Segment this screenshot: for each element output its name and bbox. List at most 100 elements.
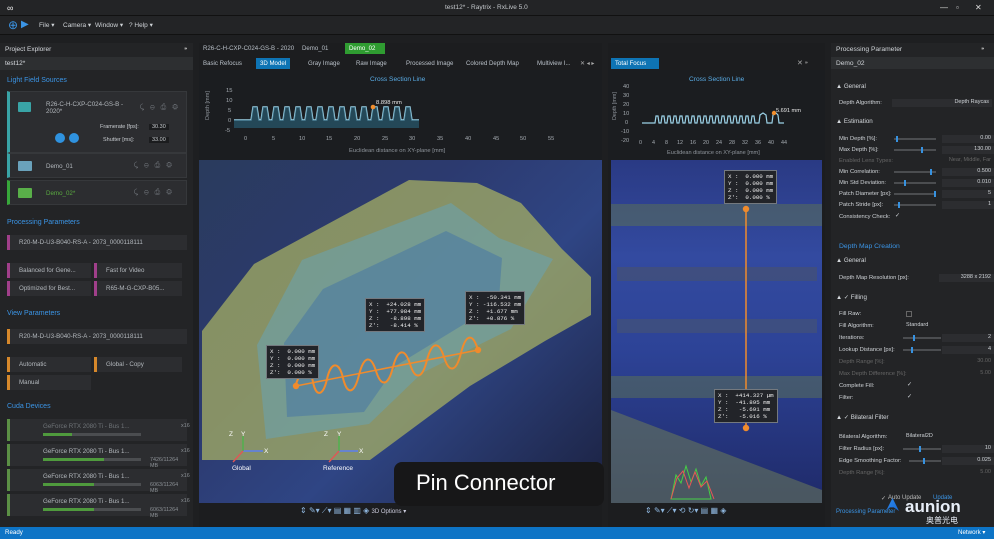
pp-item[interactable]: Balanced for Gene...	[7, 263, 91, 278]
param-value[interactable]: 1	[942, 201, 994, 209]
pp-item[interactable]: R65-M-G-CXP-B05...	[94, 281, 182, 296]
param-value[interactable]: 0.500	[942, 168, 994, 176]
view-tab-active[interactable]: 3D Model	[256, 58, 291, 69]
file-tab[interactable]: Demo_01	[298, 43, 332, 54]
total-focus-tab[interactable]: Total Focus	[611, 58, 659, 69]
param-row[interactable]: Min Std Deviation: 0.010	[839, 178, 994, 188]
param-value[interactable]: 0.025	[942, 457, 994, 465]
depth-algorithm-value[interactable]: Depth Raycas	[892, 99, 992, 107]
gpu-card[interactable]: GeForce RTX 2080 Ti - Bus 1... x16 6063/…	[7, 494, 190, 519]
shutter-value[interactable]: 33.00	[149, 137, 169, 143]
chart-icon[interactable]: ▦	[710, 506, 718, 515]
param-slider[interactable]	[894, 191, 936, 197]
view-tab[interactable]: Gray Image	[304, 58, 344, 69]
section-estimation[interactable]: ▲ Estimation	[836, 118, 873, 125]
param-value[interactable]: 4	[942, 346, 994, 354]
3d-options-dropdown[interactable]: 3D Options ▾	[372, 509, 407, 515]
file-tab-active[interactable]: Demo_02	[345, 43, 385, 54]
param-row[interactable]: Max Depth [%]: 130.00	[839, 145, 994, 155]
param-row[interactable]: Fill Algorithm: Standard	[839, 321, 993, 331]
consistency-check-checkbox[interactable]: ✓	[895, 213, 900, 219]
depth-algorithm-row[interactable]: Depth Algorithm: Depth Raycas	[839, 98, 992, 108]
param-slider[interactable]	[894, 180, 936, 186]
param-slider[interactable]	[894, 169, 936, 175]
param-slider[interactable]	[894, 202, 936, 208]
line-icon[interactable]: ⟋▾	[667, 506, 677, 515]
param-row[interactable]: Fill Raw:	[839, 309, 988, 319]
tab-close-icons[interactable]: ✕ ⁍	[797, 59, 808, 67]
param-slider[interactable]	[903, 347, 941, 353]
view-tab[interactable]: Raw Image	[352, 58, 391, 69]
maximize-button[interactable]: ▫	[956, 3, 959, 12]
select-icon[interactable]: ⇕	[645, 506, 652, 515]
dm-resolution-row[interactable]: Depth Map Resolution [px]: 3288 x 2192	[839, 273, 994, 283]
param-value[interactable]: 2	[942, 334, 994, 342]
vp-item[interactable]: R20-M-D-U3-B040-RS-A - 2073_0000118111	[7, 329, 187, 344]
grid-icon[interactable]: ▥	[353, 506, 361, 515]
settings-icon[interactable]: ◈	[720, 506, 726, 515]
param-value[interactable]: Bilateral2D	[903, 433, 993, 441]
param-row[interactable]: Min Depth [%]: 0.00	[839, 134, 994, 144]
plus-icon[interactable]: ⊕	[8, 18, 18, 32]
close-button[interactable]: ✕	[975, 3, 982, 12]
3d-model-view[interactable]: X : 0.000 mm Y : 0.000 mm Z : 0.000 mm Z…	[199, 160, 602, 503]
param-row[interactable]: Min Correlation: 0.500	[839, 167, 994, 177]
view-tab[interactable]: Basic Refocus	[199, 58, 246, 69]
gpu-card[interactable]: GeForce RTX 2080 Ti - Bus 1... x16 7426/…	[7, 444, 190, 469]
param-slider[interactable]	[894, 136, 936, 142]
source-action-icons[interactable]: ⤹ ⊖ ⎙ ⚙	[134, 162, 174, 170]
param-row[interactable]: Edge Smoothing Factor: 0.025	[839, 456, 994, 466]
param-row[interactable]: Filter Radius [px]: 10	[839, 444, 994, 454]
source-card-demo01[interactable]: Demo_01 ⤹ ⊖ ⎙ ⚙	[7, 153, 187, 178]
pp-item[interactable]: Optimized for Best...	[7, 281, 91, 296]
view-tab[interactable]: Multiview I...	[533, 58, 575, 69]
play-circle-icon[interactable]	[69, 133, 79, 143]
source-action-icons[interactable]: ⤹ ⊖ ⎙ ⚙	[134, 189, 174, 197]
histogram-icon[interactable]: ▤	[334, 506, 342, 515]
play-icon[interactable]: ▶	[21, 19, 29, 30]
menu-help[interactable]: ? Help ▾	[129, 21, 153, 29]
record-icon[interactable]	[55, 133, 65, 143]
param-value[interactable]: Standard	[903, 322, 993, 330]
pointer-icon[interactable]: ✎▾	[654, 506, 665, 515]
param-value[interactable]: 0.00	[942, 135, 994, 143]
auto-update-checkbox[interactable]: ✓	[881, 495, 886, 502]
param-value[interactable]: 130.00	[942, 146, 994, 154]
section-general-2[interactable]: ▲ General	[836, 257, 866, 264]
settings-icon[interactable]: ◈	[363, 506, 369, 515]
param-row[interactable]: Lookup Distance [px]: 4	[839, 345, 994, 355]
menu-camera[interactable]: Camera ▾	[63, 21, 91, 29]
framerate-value[interactable]: 30.30	[149, 124, 169, 130]
select-icon[interactable]: ⇕	[300, 506, 307, 515]
network-menu[interactable]: Network ▾	[958, 529, 986, 536]
param-slider[interactable]	[894, 147, 936, 153]
param-row[interactable]: Patch Stride [px]: 1	[839, 200, 994, 210]
param-row[interactable]: Bilateral Algorithm: Bilateral2D	[839, 432, 993, 442]
flip-icon[interactable]: ⟲	[679, 506, 686, 515]
chart-icon[interactable]: ▦	[344, 506, 352, 515]
pin-icon[interactable]: ⁍	[981, 45, 985, 53]
param-row[interactable]: Iterations: 2	[839, 333, 994, 343]
param-row[interactable]: Patch Diameter [px]: 5	[839, 189, 994, 199]
complete-fill-checkbox[interactable]: ✓	[907, 382, 912, 388]
param-row[interactable]: Consistency Check: ✓	[839, 212, 988, 222]
section-bilateral[interactable]: ▲ ✓ Bilateral Filter	[836, 414, 889, 421]
dm-resolution-value[interactable]: 3288 x 2192	[939, 274, 994, 282]
fill-raw-checkbox[interactable]	[906, 311, 912, 317]
pp-item[interactable]: Fast for Video	[94, 263, 182, 278]
line-icon[interactable]: ⟋▾	[322, 506, 332, 515]
param-value[interactable]: 5	[942, 190, 994, 198]
camera-card[interactable]: R26-C-H-CXP-C024-GS-B - 2020* ⤹ ⊖ ⎙ ⚙ Fr…	[7, 91, 187, 153]
tab-nav-icons[interactable]: ✕ ◂ ▸	[580, 60, 594, 67]
total-focus-image[interactable]: X : 0.000 mm Y : 0.000 mm Z : 0.000 mm Z…	[611, 160, 822, 503]
vp-item[interactable]: Manual	[7, 375, 91, 390]
rotate-icon[interactable]: ↻▾	[688, 506, 699, 515]
view-tab[interactable]: Processed Image	[402, 58, 457, 69]
param-row[interactable]: Filter: ✓	[839, 393, 988, 403]
file-tab[interactable]: R26-C-H-CXP-C024-GS-B - 2020	[199, 43, 298, 54]
minimize-button[interactable]: —	[940, 3, 948, 12]
source-card-demo02[interactable]: Demo_02* ⤹ ⊖ ⎙ ⚙	[7, 180, 187, 205]
gpu-card[interactable]: GeForce RTX 2080 Ti - Bus 1... x16	[7, 419, 190, 441]
pin-icon[interactable]: ⁍	[184, 45, 188, 53]
view-tab[interactable]: Colored Depth Map	[462, 58, 523, 69]
